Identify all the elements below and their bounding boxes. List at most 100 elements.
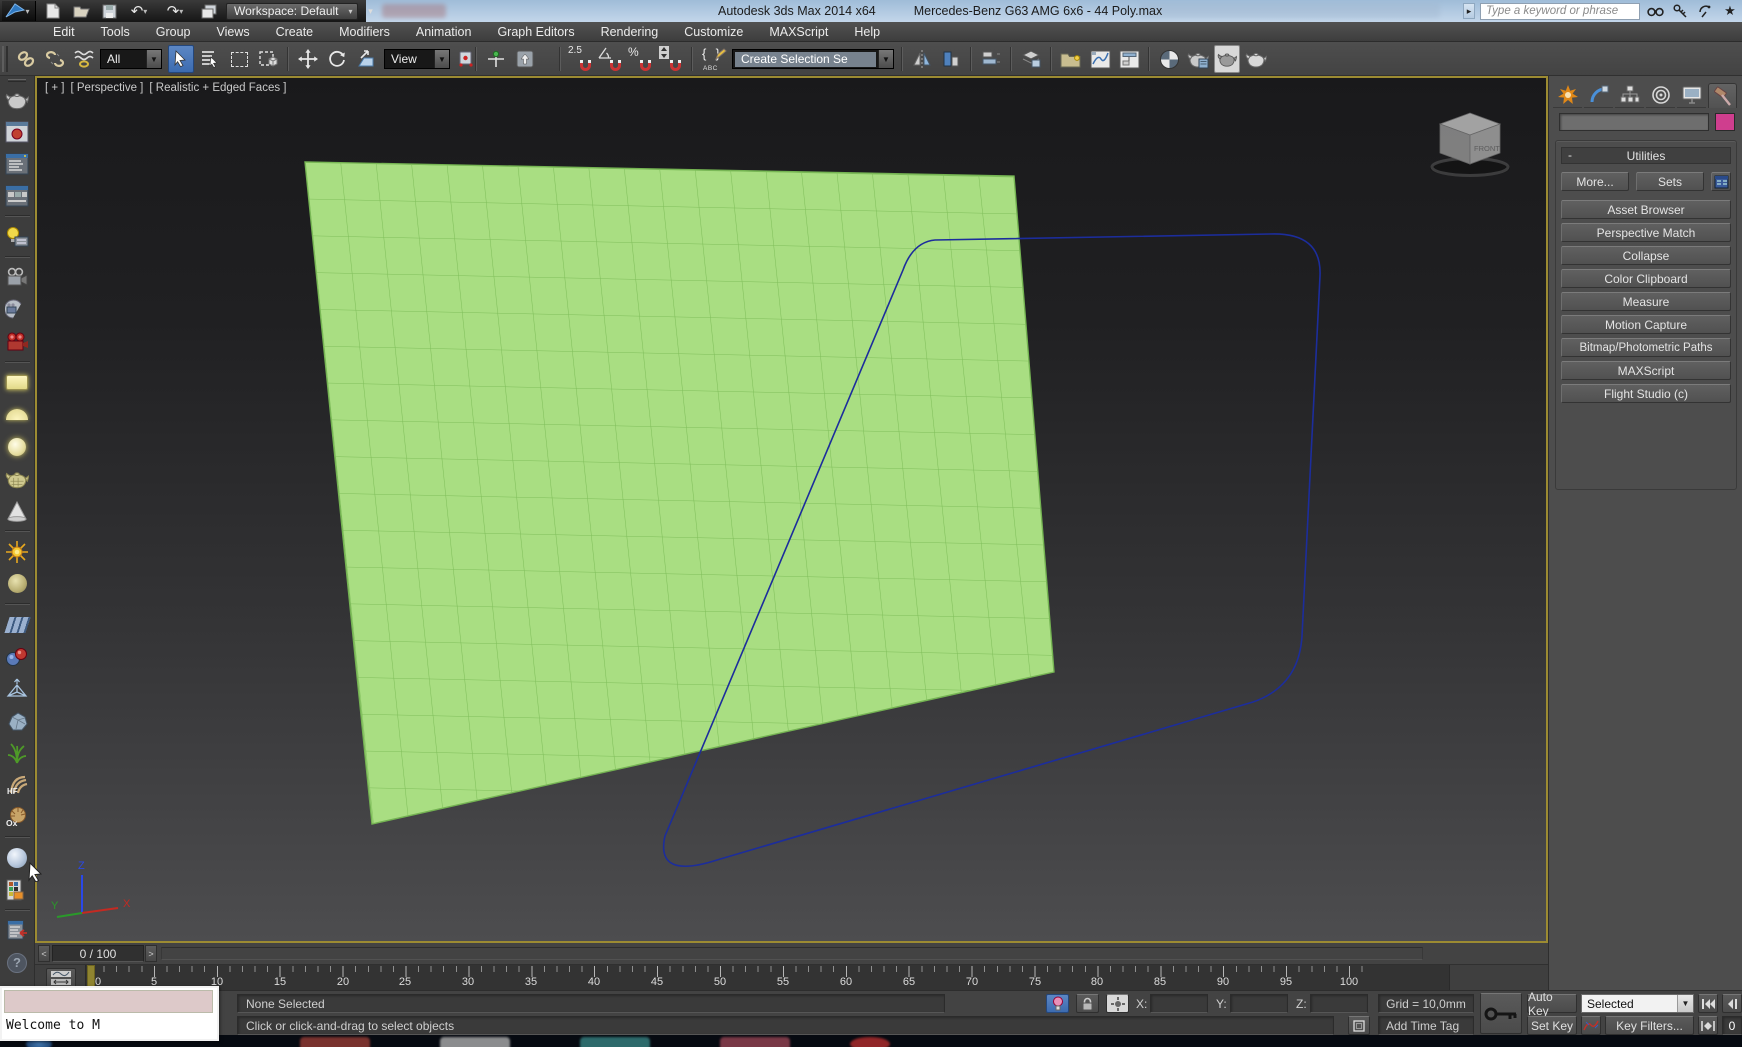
viewcube[interactable]: FRONT (1418, 104, 1522, 182)
menu-create[interactable]: Create (263, 22, 327, 42)
render-dialog-icon[interactable] (4, 150, 31, 177)
project-folder-icon[interactable] (198, 2, 220, 20)
select-object-button[interactable] (168, 45, 194, 73)
tab-display[interactable] (1677, 83, 1706, 108)
material-editor-icon[interactable] (1156, 45, 1182, 73)
toolbar-grip[interactable] (8, 79, 26, 82)
align-icon[interactable] (938, 45, 964, 73)
taskbar-item[interactable] (720, 1037, 790, 1047)
toolbar-options-caret[interactable]: ▾ (364, 2, 378, 20)
open-file-icon[interactable] (70, 2, 92, 20)
configure-button-sets-icon[interactable] (1711, 172, 1731, 191)
ffd-lattice-icon[interactable] (4, 675, 31, 702)
color-swatch[interactable] (1715, 113, 1735, 131)
search-input[interactable]: Type a keyword or phrase (1480, 2, 1640, 20)
key-filters-button[interactable]: Key Filters... (1605, 1016, 1694, 1035)
snaps-toggle-icon[interactable]: 2.5 (567, 45, 594, 73)
selected-mode-dropdown[interactable]: Selected ▼ (1581, 994, 1694, 1013)
default-in-out-tangents-icon[interactable] (1581, 1016, 1601, 1035)
window-crossing-icon[interactable] (255, 45, 281, 73)
script-dialog-icon[interactable] (4, 917, 31, 944)
taskbar-item[interactable] (300, 1037, 370, 1047)
mini-curve-editor-button[interactable] (46, 968, 76, 988)
select-and-manipulate-icon[interactable] (483, 45, 509, 73)
favorites-star-icon[interactable]: ★ (1720, 2, 1740, 20)
wire-teapot-icon[interactable] (4, 465, 31, 492)
blue-sphere-icon[interactable] (4, 844, 31, 871)
schematic-view-icon[interactable] (1116, 45, 1142, 73)
search-icon[interactable] (1645, 2, 1665, 20)
named-selection-sets-dropdown[interactable]: Create Selection Se ▼ (732, 49, 894, 69)
utility-bitmap-photometric-paths[interactable]: Bitmap/Photometric Paths (1561, 338, 1731, 357)
camera-dome-icon[interactable] (4, 296, 31, 323)
hair-fur-hf-icon[interactable]: HF (4, 771, 31, 798)
background-window[interactable]: Welcome to M (0, 986, 219, 1041)
utility-name-field[interactable] (1559, 113, 1709, 131)
taskbar-item[interactable] (580, 1037, 650, 1047)
menu-help[interactable]: Help (841, 22, 893, 42)
previous-frame-playback-button[interactable] (1722, 994, 1742, 1013)
y-coordinate-field[interactable] (1230, 994, 1288, 1013)
cone-primitive-icon[interactable] (4, 497, 31, 524)
utilities-rollout-header[interactable]: - Utilities (1561, 147, 1731, 164)
windows-taskbar[interactable] (0, 1035, 1742, 1047)
undo-icon[interactable]: ↶ ▾ (126, 2, 156, 20)
graphite-modeling-tools-icon[interactable] (1018, 45, 1044, 73)
utility-motion-capture[interactable]: Motion Capture (1561, 315, 1731, 334)
viewport-menu-pov[interactable]: [ Perspective ] (71, 82, 144, 94)
select-and-scale-icon[interactable] (353, 45, 379, 73)
menu-maxscript[interactable]: MAXScript (756, 22, 841, 42)
angle-snap-icon[interactable] (597, 45, 624, 73)
tab-hierarchy[interactable] (1615, 83, 1644, 108)
help-icon[interactable]: ? (4, 949, 31, 976)
camera-grey-icon[interactable] (4, 264, 31, 291)
track-bar-ruler[interactable]: 0 5 10 15 20 25 30 35 40 45 50 55 60 65 … (85, 965, 1450, 991)
scene-explorer-icon[interactable] (1058, 45, 1084, 73)
teapot-render-icon[interactable] (4, 86, 31, 113)
utility-color-clipboard[interactable]: Color Clipboard (1561, 269, 1731, 288)
tab-utilities[interactable] (1708, 83, 1737, 108)
olive-sphere-icon[interactable] (4, 570, 31, 597)
utility-perspective-match[interactable]: Perspective Match (1561, 223, 1731, 242)
menu-tools[interactable]: Tools (88, 22, 143, 42)
sets-button[interactable]: Sets (1636, 172, 1704, 191)
bind-to-space-warp-icon[interactable] (71, 45, 97, 73)
set-keys-button[interactable] (1480, 993, 1522, 1034)
infocenter-arrow-icon[interactable]: ▸ (1463, 3, 1475, 19)
keyboard-shortcut-override-icon[interactable] (512, 45, 538, 73)
dome-primitive-icon[interactable] (4, 401, 31, 428)
z-coordinate-field[interactable] (1310, 994, 1368, 1013)
viewport-menu-general[interactable]: [ + ] (45, 82, 65, 94)
key-mode-toggle-button[interactable] (1698, 1016, 1718, 1035)
curve-editor-icon[interactable] (1087, 45, 1113, 73)
render-production-icon[interactable] (1243, 45, 1269, 73)
reference-coordsys-dropdown[interactable]: View ▼ (384, 49, 450, 69)
sphere-primitive-icon[interactable] (4, 433, 31, 460)
workspace-dropdown[interactable]: Workspace: Default ▾ (226, 2, 358, 20)
select-and-move-icon[interactable] (295, 45, 321, 73)
plane-primitive-icon[interactable] (4, 369, 31, 396)
perspective-viewport[interactable]: [ + ] [ Perspective ] [ Realistic + Edge… (35, 76, 1548, 943)
cube-array-icon[interactable] (3, 611, 31, 638)
light-lister-icon[interactable] (4, 223, 31, 250)
rendered-frame-buffer-icon[interactable] (4, 118, 31, 145)
texture-palette-icon[interactable] (4, 876, 31, 903)
select-and-rotate-icon[interactable] (324, 45, 350, 73)
menu-rendering[interactable]: Rendering (588, 22, 672, 42)
plane-object[interactable] (304, 161, 1055, 825)
tab-modify[interactable] (1584, 83, 1613, 108)
percent-snap-icon[interactable]: % (627, 45, 654, 73)
menu-graph-editors[interactable]: Graph Editors (484, 22, 587, 42)
rock-object-icon[interactable] (4, 707, 31, 734)
camera-red-icon[interactable] (4, 328, 31, 355)
set-key-button[interactable]: Set Key (1527, 1016, 1577, 1035)
utility-flight-studio[interactable]: Flight Studio (c) (1561, 384, 1731, 403)
next-frame-button[interactable]: > (145, 945, 157, 962)
auto-key-button[interactable]: Auto Key (1527, 990, 1577, 1018)
rectangular-selection-region-icon[interactable] (226, 45, 252, 73)
key-sign-in-icon[interactable] (1670, 2, 1690, 20)
grass-foliage-icon[interactable] (4, 739, 31, 766)
menu-animation[interactable]: Animation (403, 22, 485, 42)
utility-maxscript[interactable]: MAXScript (1561, 361, 1731, 380)
unlink-selection-icon[interactable] (42, 45, 68, 73)
